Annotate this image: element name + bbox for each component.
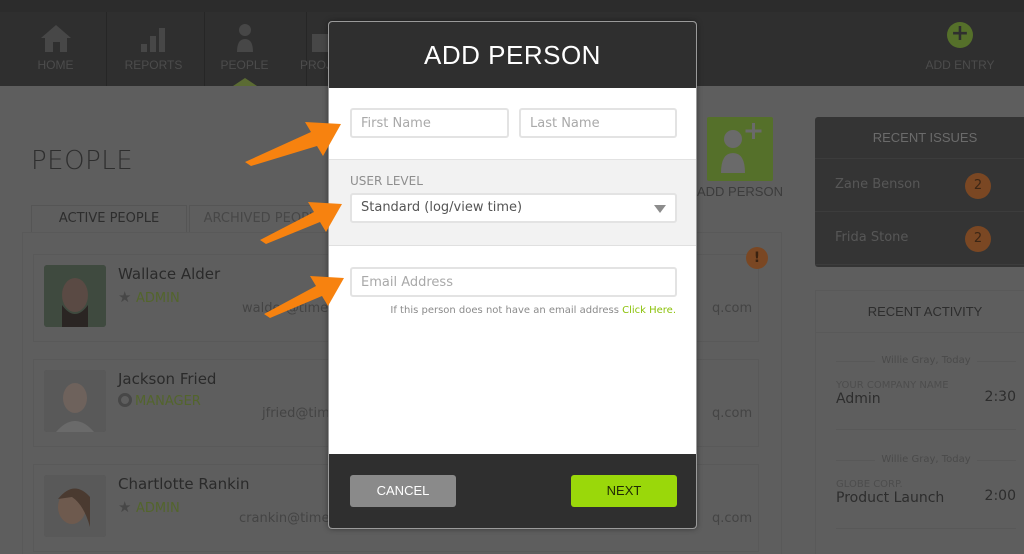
annotation-arrow-icon	[264, 276, 344, 318]
top-strip	[0, 0, 1024, 12]
person-email-tail: q.com	[712, 301, 753, 316]
person-icon	[237, 24, 253, 52]
divider	[836, 429, 1016, 430]
user-level-label: USER LEVEL	[350, 174, 423, 188]
add-person-button[interactable]	[707, 117, 773, 181]
add-entry-label: ADD ENTRY	[925, 58, 995, 72]
star-icon: ★	[118, 288, 132, 306]
recent-issues-title: RECENT ISSUES	[815, 117, 1024, 159]
issue-count-badge: 2	[965, 226, 991, 252]
person-role: ★ ADMIN	[118, 498, 180, 516]
person-email-tail: q.com	[712, 511, 753, 526]
email-input[interactable]	[350, 267, 677, 297]
avatar	[44, 370, 106, 432]
plus-icon: +	[947, 22, 973, 48]
user-level-section: USER LEVEL Standard (log/view time)	[329, 160, 696, 246]
person-name: Jackson Fried	[118, 370, 217, 388]
email-section: If this person does not have an email ad…	[329, 246, 696, 454]
next-button[interactable]: NEXT	[571, 475, 677, 507]
name-row	[329, 88, 696, 160]
activity-duration: 2:30	[984, 389, 1016, 405]
chevron-down-icon	[654, 205, 666, 213]
person-role: ★ ADMIN	[118, 288, 180, 306]
role-label: ADMIN	[136, 291, 180, 306]
issue-person-name: Frida Stone	[835, 230, 909, 245]
alert-badge[interactable]: !	[746, 247, 768, 269]
active-nav-indicator	[233, 78, 257, 86]
star-icon: ★	[118, 498, 132, 516]
recent-activity-title: RECENT ACTIVITY	[816, 291, 1024, 333]
nav-label-projects: PROJECTS	[300, 58, 330, 72]
activity-item[interactable]: Willie Gray, Today YOUR COMPANY NAME Adm…	[836, 355, 1016, 430]
email-hint: If this person does not have an email ad…	[390, 305, 676, 316]
nav-label-home: HOME	[37, 58, 74, 72]
issue-row[interactable]: Zane Benson 2	[815, 159, 1024, 212]
no-email-link[interactable]: Click Here.	[622, 305, 676, 316]
person-name: Wallace Alder	[118, 265, 221, 283]
activity-who: Willie Gray, Today	[836, 454, 1016, 465]
modal-title: ADD PERSON	[329, 22, 696, 88]
nav-item-home[interactable]: HOME	[5, 12, 107, 86]
issue-person-name: Zane Benson	[835, 177, 921, 192]
activity-item[interactable]: Willie Gray, Today GLOBE CORP. Product L…	[836, 454, 1016, 529]
user-level-select[interactable]: Standard (log/view time)	[350, 193, 677, 223]
first-name-input[interactable]	[350, 108, 509, 138]
cancel-button[interactable]: CANCEL	[350, 475, 456, 507]
user-level-value: Standard (log/view time)	[361, 200, 523, 215]
briefcase-icon	[312, 34, 330, 52]
nav-item-reports[interactable]: REPORTS	[103, 12, 205, 86]
activity-duration: 2:00	[984, 488, 1016, 504]
divider	[836, 528, 1016, 529]
recent-activity-panel: RECENT ACTIVITY Willie Gray, Today YOUR …	[815, 290, 1024, 554]
annotation-arrow-icon	[245, 122, 341, 166]
add-person-icon	[721, 123, 762, 173]
role-label: ADMIN	[136, 501, 180, 516]
add-person-label: ADD PERSON	[697, 184, 783, 199]
last-name-input[interactable]	[519, 108, 677, 138]
issue-count-badge: 2	[965, 173, 991, 199]
add-entry-button[interactable]: + ADD ENTRY	[920, 22, 1000, 73]
ring-icon	[118, 393, 132, 407]
tab-active-people[interactable]: ACTIVE PEOPLE	[31, 205, 187, 233]
nav-item-people[interactable]: PEOPLE	[205, 12, 307, 86]
recent-issues-panel: RECENT ISSUES Zane Benson 2 Frida Stone …	[815, 117, 1024, 267]
avatar	[44, 265, 106, 327]
bar-chart-icon	[141, 28, 165, 52]
email-hint-text: If this person does not have an email ad…	[390, 305, 619, 316]
role-label: MANAGER	[135, 394, 201, 409]
person-email-tail: q.com	[712, 406, 753, 421]
add-person-modal: ADD PERSON USER LEVEL Standard (log/view…	[328, 21, 697, 529]
modal-footer: CANCEL NEXT	[329, 454, 696, 528]
page-title: PEOPLE	[31, 146, 134, 176]
issue-row[interactable]: Frida Stone 2	[815, 212, 1024, 265]
nav-item-projects[interactable]: PROJECTS	[300, 12, 330, 86]
avatar	[44, 475, 106, 537]
home-icon	[41, 25, 71, 52]
annotation-arrow-icon	[260, 202, 342, 244]
person-role: MANAGER	[118, 393, 201, 409]
activity-who: Willie Gray, Today	[836, 355, 1016, 366]
nav-label-people: PEOPLE	[220, 58, 269, 72]
person-name: Chartlotte Rankin	[118, 475, 250, 493]
